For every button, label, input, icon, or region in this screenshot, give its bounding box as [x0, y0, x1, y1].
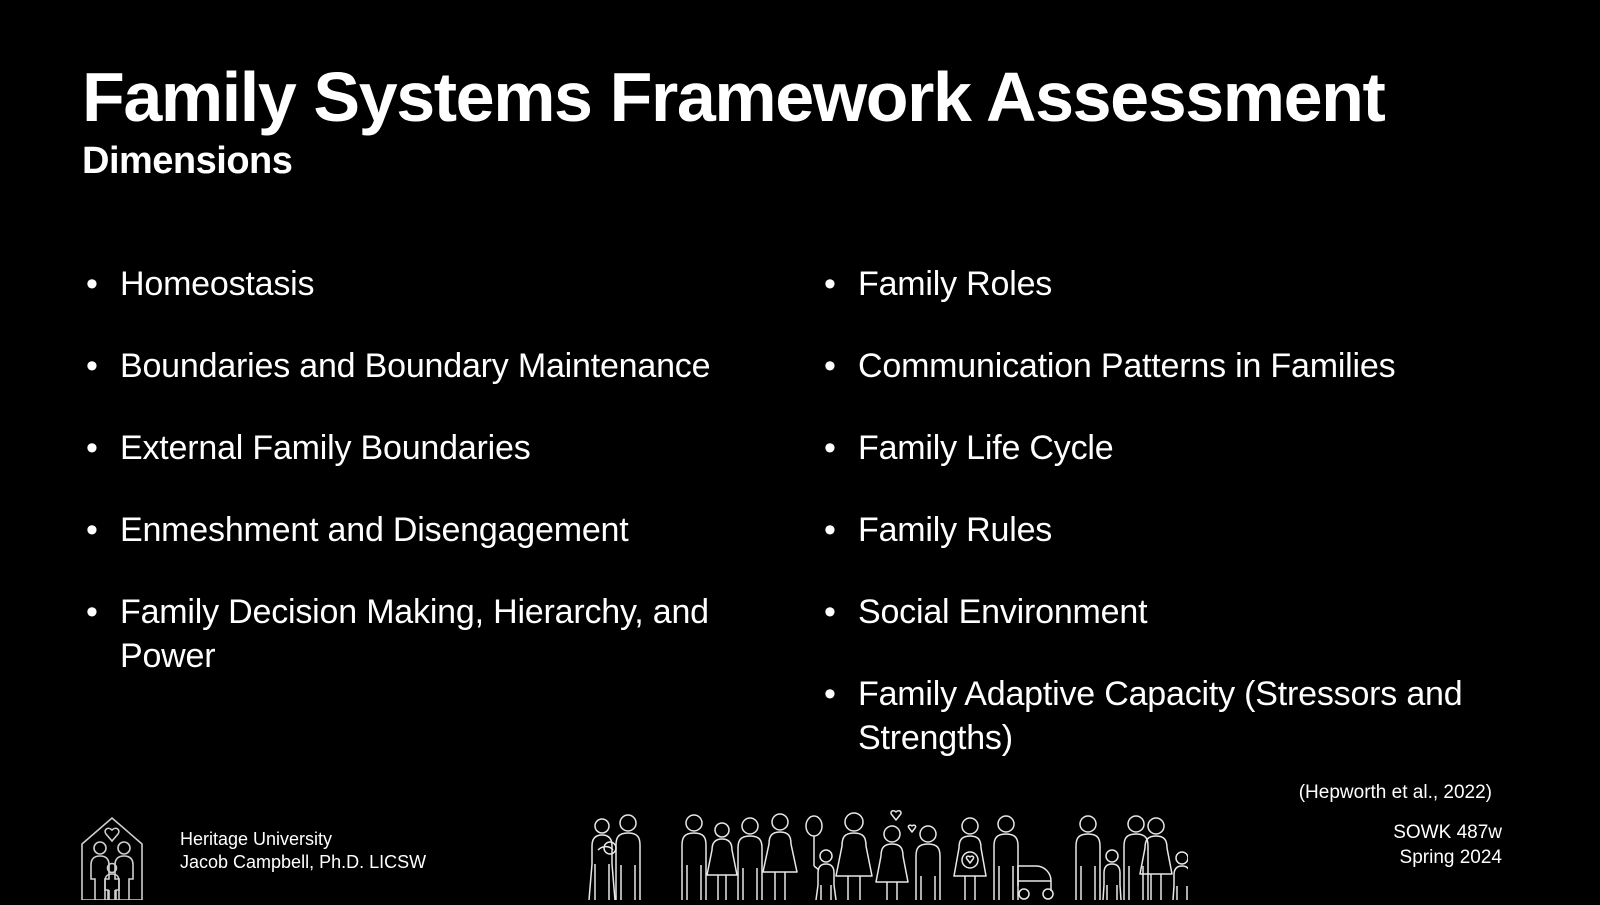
family-figures-row-icon — [588, 808, 1188, 900]
list-item: • Homeostasis — [82, 262, 762, 306]
list-item-label: Social Environment — [858, 593, 1148, 631]
bullet-dot-icon: • — [824, 675, 836, 713]
list-item-label: Family Life Cycle — [858, 429, 1114, 467]
bullet-dot-icon: • — [86, 511, 98, 549]
list-item-label: Family Adaptive Capacity (Stressors and … — [858, 675, 1463, 757]
list-item-label: Family Roles — [858, 265, 1053, 303]
list-item: • Communication Patterns in Families — [820, 344, 1520, 388]
bullet-dot-icon: • — [86, 593, 98, 631]
bullet-dot-icon: • — [86, 265, 98, 303]
page-title: Family Systems Framework Assessment — [82, 58, 1386, 136]
bullet-dot-icon: • — [86, 429, 98, 467]
list-item: • Social Environment — [820, 590, 1520, 634]
bullet-dot-icon: • — [824, 347, 836, 385]
list-item: • Family Life Cycle — [820, 426, 1520, 470]
house-family-heart-icon — [78, 806, 146, 901]
list-item-label: Family Rules — [858, 511, 1053, 549]
list-item: • Enmeshment and Disengagement — [82, 508, 762, 552]
title-block: Family Systems Framework Assessment Dime… — [82, 58, 1532, 183]
term-label: Spring 2024 — [1399, 847, 1502, 869]
bullet-column-right: • Family Roles • Communication Patterns … — [820, 262, 1520, 798]
presenter-name: Jacob Campbell, Ph.D. LICSW — [180, 851, 427, 872]
bullet-dot-icon: • — [824, 511, 836, 549]
list-item: • External Family Boundaries — [82, 426, 762, 470]
list-item-label: Boundaries and Boundary Maintenance — [120, 347, 711, 385]
bullet-column-left: • Homeostasis • Boundaries and Boundary … — [82, 262, 762, 716]
list-item: • Family Adaptive Capacity (Stressors an… — [820, 672, 1520, 760]
bullet-dot-icon: • — [824, 265, 836, 303]
footer-left-text: Heritage University Jacob Campbell, Ph.D… — [180, 828, 426, 873]
institution-name: Heritage University — [180, 829, 333, 849]
bullet-dot-icon: • — [86, 347, 98, 385]
list-item-label: External Family Boundaries — [120, 429, 531, 467]
list-item-label: Communication Patterns in Families — [858, 347, 1396, 385]
list-item-label: Family Decision Making, Hierarchy, and P… — [120, 593, 709, 675]
list-item-label: Homeostasis — [120, 265, 315, 303]
list-item: • Family Decision Making, Hierarchy, and… — [82, 590, 762, 678]
list-item-label: Enmeshment and Disengagement — [120, 511, 629, 549]
list-item: • Boundaries and Boundary Maintenance — [82, 344, 762, 388]
page-subtitle: Dimensions — [82, 140, 293, 183]
list-item: • Family Roles — [820, 262, 1520, 306]
bullet-dot-icon: • — [824, 429, 836, 467]
slide-canvas: Family Systems Framework Assessment Dime… — [0, 0, 1600, 901]
footer-right-text: SOWK 487w Spring 2024 — [1393, 820, 1502, 870]
list-item: • Family Rules — [820, 508, 1520, 552]
citation-text: (Hepworth et al., 2022) — [1298, 782, 1492, 803]
course-code: SOWK 487w — [1393, 822, 1502, 843]
bullet-dot-icon: • — [824, 593, 836, 631]
